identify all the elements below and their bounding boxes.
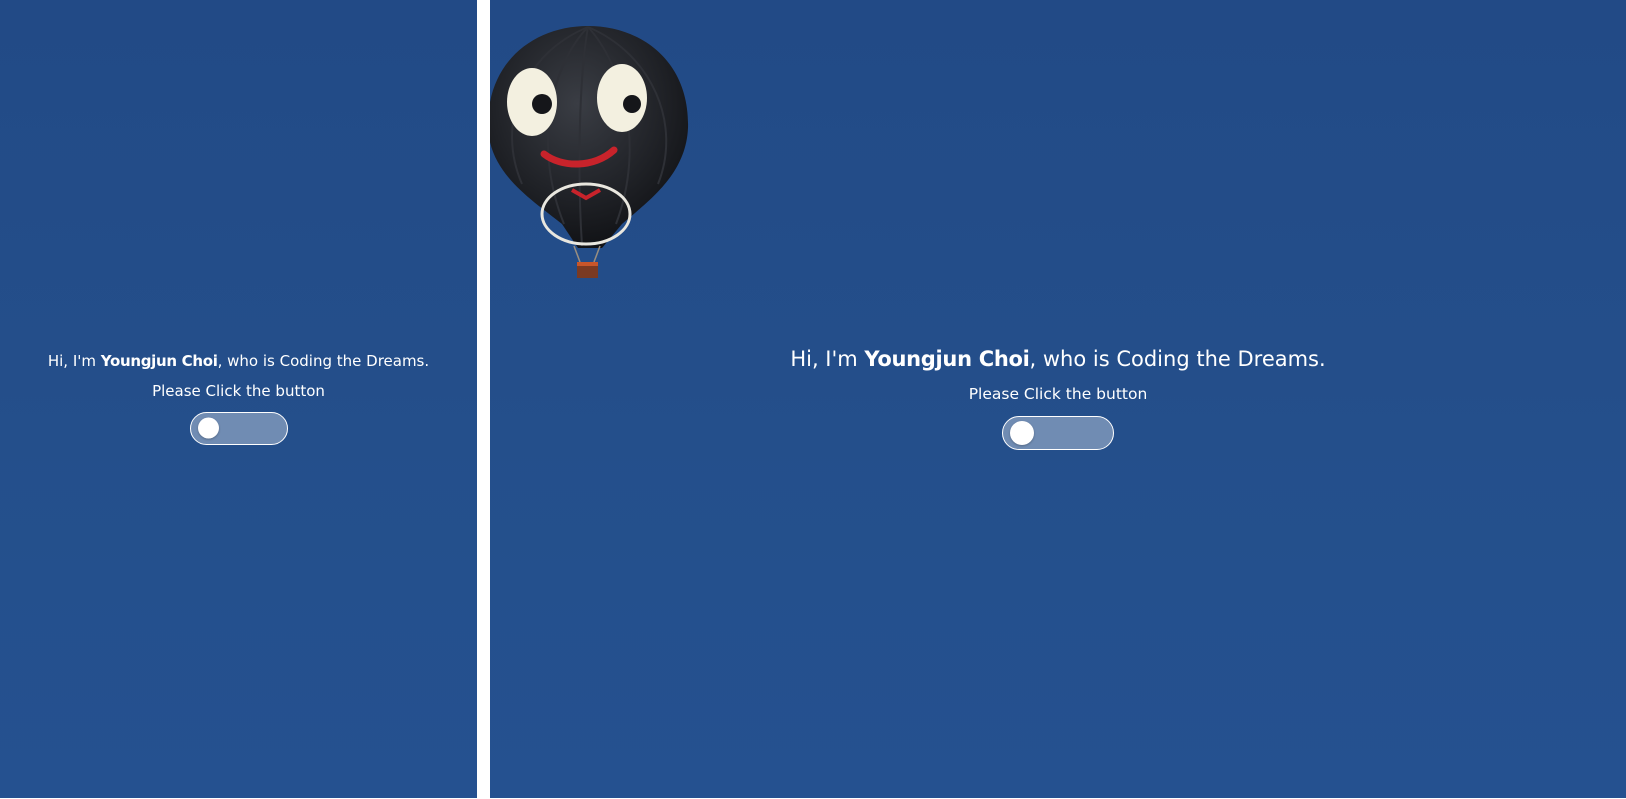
author-name: Youngjun Choi [100,352,218,370]
intro-prefix: Hi, I'm [790,347,865,371]
click-prompt: Please Click the button [152,381,325,400]
hot-air-balloon-icon [490,26,689,278]
click-prompt: Please Click the button [968,385,1148,404]
intro-text: Hi, I'm Youngjun Choi, who is Coding the… [0,352,477,371]
divider [477,0,490,799]
toggle-knob[interactable] [1010,420,1034,445]
intro-suffix: , who is Coding the Dreams. [1029,347,1326,371]
toggle-knob[interactable] [197,417,219,439]
intro-suffix: , who is Coding the Dreams. [217,352,430,370]
theme-toggle[interactable] [1002,415,1114,450]
intro-text: Hi, I'm Youngjun Choi, who is Coding the… [490,346,1626,372]
intro-prefix: Hi, I'm [47,352,101,370]
mobile-preview: Hi, I'm Youngjun Choi, who is Coding the… [0,0,477,798]
hero: Hi, I'm Youngjun Choi, who is Coding the… [0,352,477,449]
theme-toggle[interactable] [189,411,288,445]
desktop-preview: Hi, I'm Youngjun Choi, who is Coding the… [490,0,1626,798]
hero: Hi, I'm Youngjun Choi, who is Coding the… [490,346,1626,454]
author-name: Youngjun Choi [864,347,1030,371]
